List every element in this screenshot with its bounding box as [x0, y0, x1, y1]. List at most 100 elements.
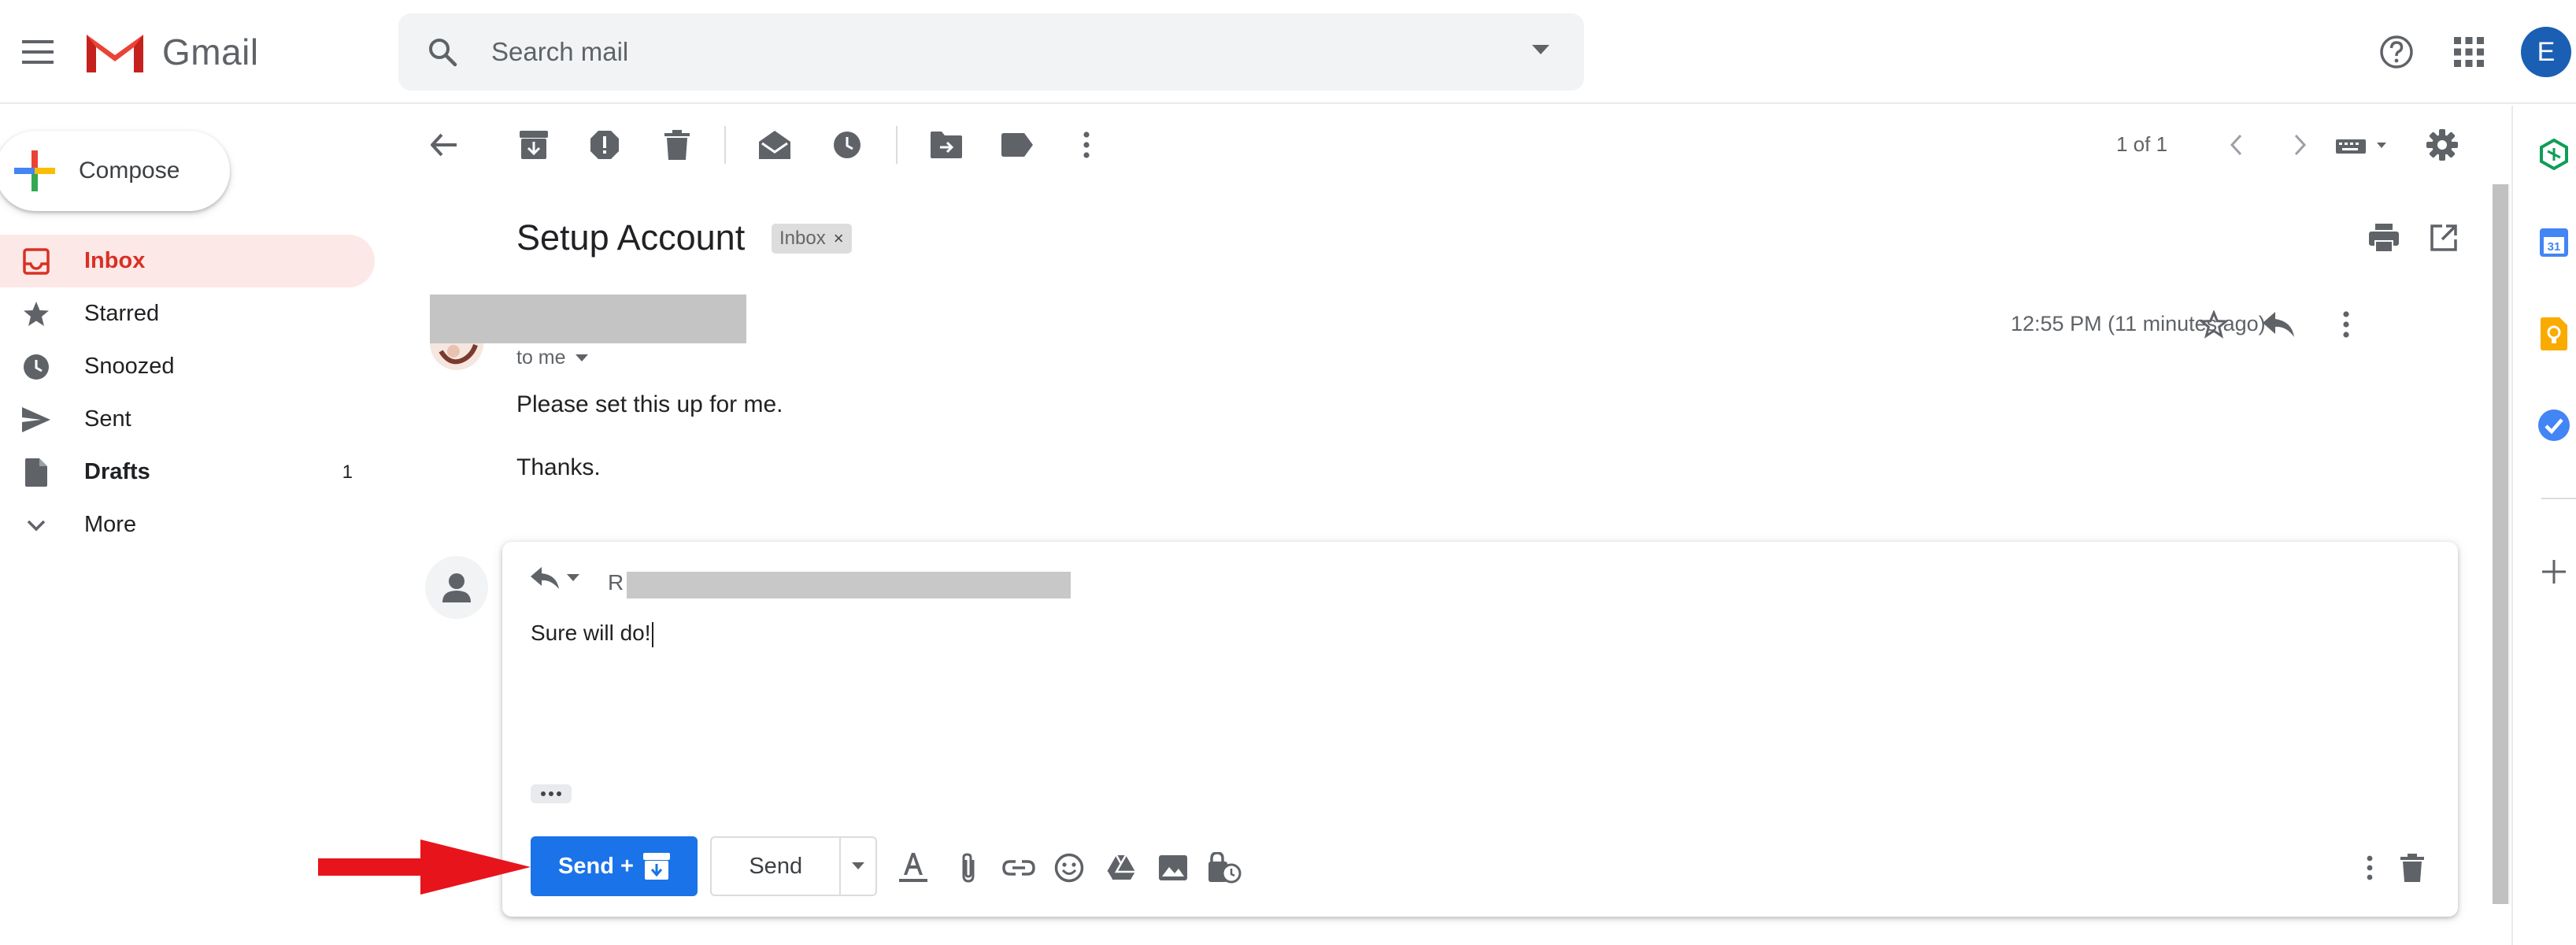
chevron-down-icon — [22, 511, 50, 539]
attach-files-icon[interactable] — [951, 850, 986, 885]
search-input[interactable] — [491, 32, 1436, 72]
recipient-redacted — [627, 572, 1071, 598]
inbox-label-chip: Inbox × — [772, 224, 852, 254]
more-vert-icon[interactable] — [1069, 128, 1104, 162]
message-toolbar: 1 of 1 — [398, 106, 2508, 184]
toolbar-divider — [896, 126, 898, 164]
open-in-new-window-icon[interactable] — [2426, 220, 2461, 255]
sender-name-redacted — [430, 295, 746, 343]
show-trimmed-content-button[interactable] — [531, 784, 572, 803]
sidebar-item-label: Sent — [84, 406, 131, 432]
confidential-mode-icon[interactable] — [1208, 850, 1242, 885]
drafts-count: 1 — [342, 461, 353, 483]
sidebar-item-inbox[interactable]: Inbox — [0, 235, 375, 287]
help-icon[interactable] — [2371, 27, 2422, 77]
reply-body-input[interactable]: Sure will do! — [531, 621, 653, 647]
compose-label: Compose — [79, 158, 180, 183]
search-options-icon[interactable] — [1532, 45, 1549, 54]
reply-icon — [531, 567, 559, 589]
account-avatar[interactable]: E — [2521, 27, 2571, 77]
compose-button[interactable]: Compose — [0, 131, 230, 211]
archive-icon — [642, 853, 670, 880]
sidebar-nav: Inbox Starred Snoozed Sent Drafts 1 More — [0, 235, 375, 551]
message-body: Please set this up for me. Thanks. — [516, 389, 783, 484]
send-button[interactable]: Send — [712, 838, 842, 895]
older-icon[interactable] — [2219, 128, 2253, 162]
send-split-button: Send — [710, 836, 877, 896]
sidebar-item-label: Drafts — [84, 459, 150, 484]
discard-draft-icon[interactable] — [2395, 850, 2430, 885]
send-options-caret-icon[interactable] — [841, 838, 875, 895]
insert-photo-icon[interactable] — [1156, 850, 1190, 885]
sidebar-item-more[interactable]: More — [0, 498, 375, 551]
star-icon — [22, 300, 50, 328]
get-addons-icon[interactable] — [2535, 553, 2573, 591]
report-spam-icon[interactable] — [587, 128, 622, 162]
insert-link-icon[interactable] — [1001, 850, 1036, 885]
search-icon[interactable] — [427, 36, 458, 68]
reply-body-text: Sure will do! — [531, 621, 651, 645]
more-options-icon[interactable] — [2352, 850, 2387, 885]
recipient-details-caret-icon — [575, 354, 588, 361]
recipient-line: to me — [516, 346, 566, 369]
sidebar-item-label: Starred — [84, 301, 160, 326]
recipient-details[interactable]: to me — [516, 346, 588, 369]
mark-unread-icon[interactable] — [757, 128, 792, 162]
sidebar-item-snoozed[interactable]: Snoozed — [0, 340, 375, 393]
toolbar-divider — [724, 126, 726, 164]
email-subject: Setup Account — [516, 217, 746, 258]
scrollbar-thumb[interactable] — [2493, 184, 2508, 904]
message-body-line: Thanks. — [516, 454, 601, 480]
remove-label-button[interactable]: × — [834, 228, 844, 249]
gmail-logo[interactable]: Gmail — [83, 27, 259, 77]
reply-icon[interactable] — [2261, 307, 2296, 342]
my-avatar — [425, 556, 488, 619]
app-name: Gmail — [162, 32, 259, 72]
apps-icon[interactable] — [2444, 27, 2494, 77]
annotation-arrow-icon — [318, 839, 531, 895]
sheets-addon-icon[interactable] — [2535, 135, 2573, 173]
calendar-icon[interactable]: 31 — [2535, 224, 2573, 261]
reply-recipient[interactable]: R — [608, 570, 624, 595]
clock-icon — [22, 353, 50, 381]
sidebar-item-drafts[interactable]: Drafts 1 — [0, 446, 375, 498]
send-archive-label: Send + — [558, 853, 634, 879]
top-header: Gmail E — [0, 0, 2576, 104]
snooze-icon[interactable] — [830, 128, 864, 162]
star-icon[interactable] — [2197, 307, 2231, 342]
reply-compose-box: R Sure will do! Send + Send — [502, 542, 2458, 917]
delete-icon[interactable] — [660, 128, 694, 162]
sidebar-item-sent[interactable]: Sent — [0, 393, 375, 446]
send-icon — [22, 406, 50, 434]
formatting-options-icon[interactable] — [896, 850, 931, 885]
plus-icon — [14, 150, 55, 191]
sidebar-item-label: Snoozed — [84, 354, 175, 379]
newer-icon[interactable] — [2283, 128, 2318, 162]
gmail-m-icon — [87, 35, 143, 72]
more-vert-icon[interactable] — [2329, 307, 2363, 342]
input-tools-icon[interactable] — [2329, 128, 2400, 162]
sender-avatar[interactable] — [430, 343, 485, 375]
print-icon[interactable] — [2367, 220, 2401, 255]
send-and-archive-button[interactable]: Send + — [531, 836, 698, 896]
message-body-line: Please set this up for me. — [516, 391, 783, 417]
text-cursor — [651, 621, 653, 647]
tasks-icon[interactable] — [2535, 406, 2573, 444]
back-arrow-icon[interactable] — [427, 128, 461, 162]
sidebar-item-label: More — [84, 512, 137, 537]
search-bar[interactable] — [398, 13, 1584, 91]
reply-type-selector[interactable] — [531, 567, 579, 589]
archive-icon[interactable] — [516, 128, 551, 162]
move-to-icon[interactable] — [929, 128, 964, 162]
insert-emoji-icon[interactable] — [1052, 850, 1086, 885]
keep-icon[interactable] — [2535, 315, 2573, 353]
label-icon[interactable] — [1000, 128, 1034, 162]
insert-from-drive-icon[interactable] — [1104, 850, 1138, 885]
draft-icon — [22, 458, 50, 487]
sidebar-item-starred[interactable]: Starred — [0, 287, 375, 340]
reply-type-caret-icon — [567, 574, 579, 581]
main-menu-icon[interactable] — [13, 27, 63, 77]
page-count: 1 of 1 — [2116, 132, 2168, 156]
inbox-icon — [22, 247, 50, 276]
settings-icon[interactable] — [2425, 128, 2459, 162]
